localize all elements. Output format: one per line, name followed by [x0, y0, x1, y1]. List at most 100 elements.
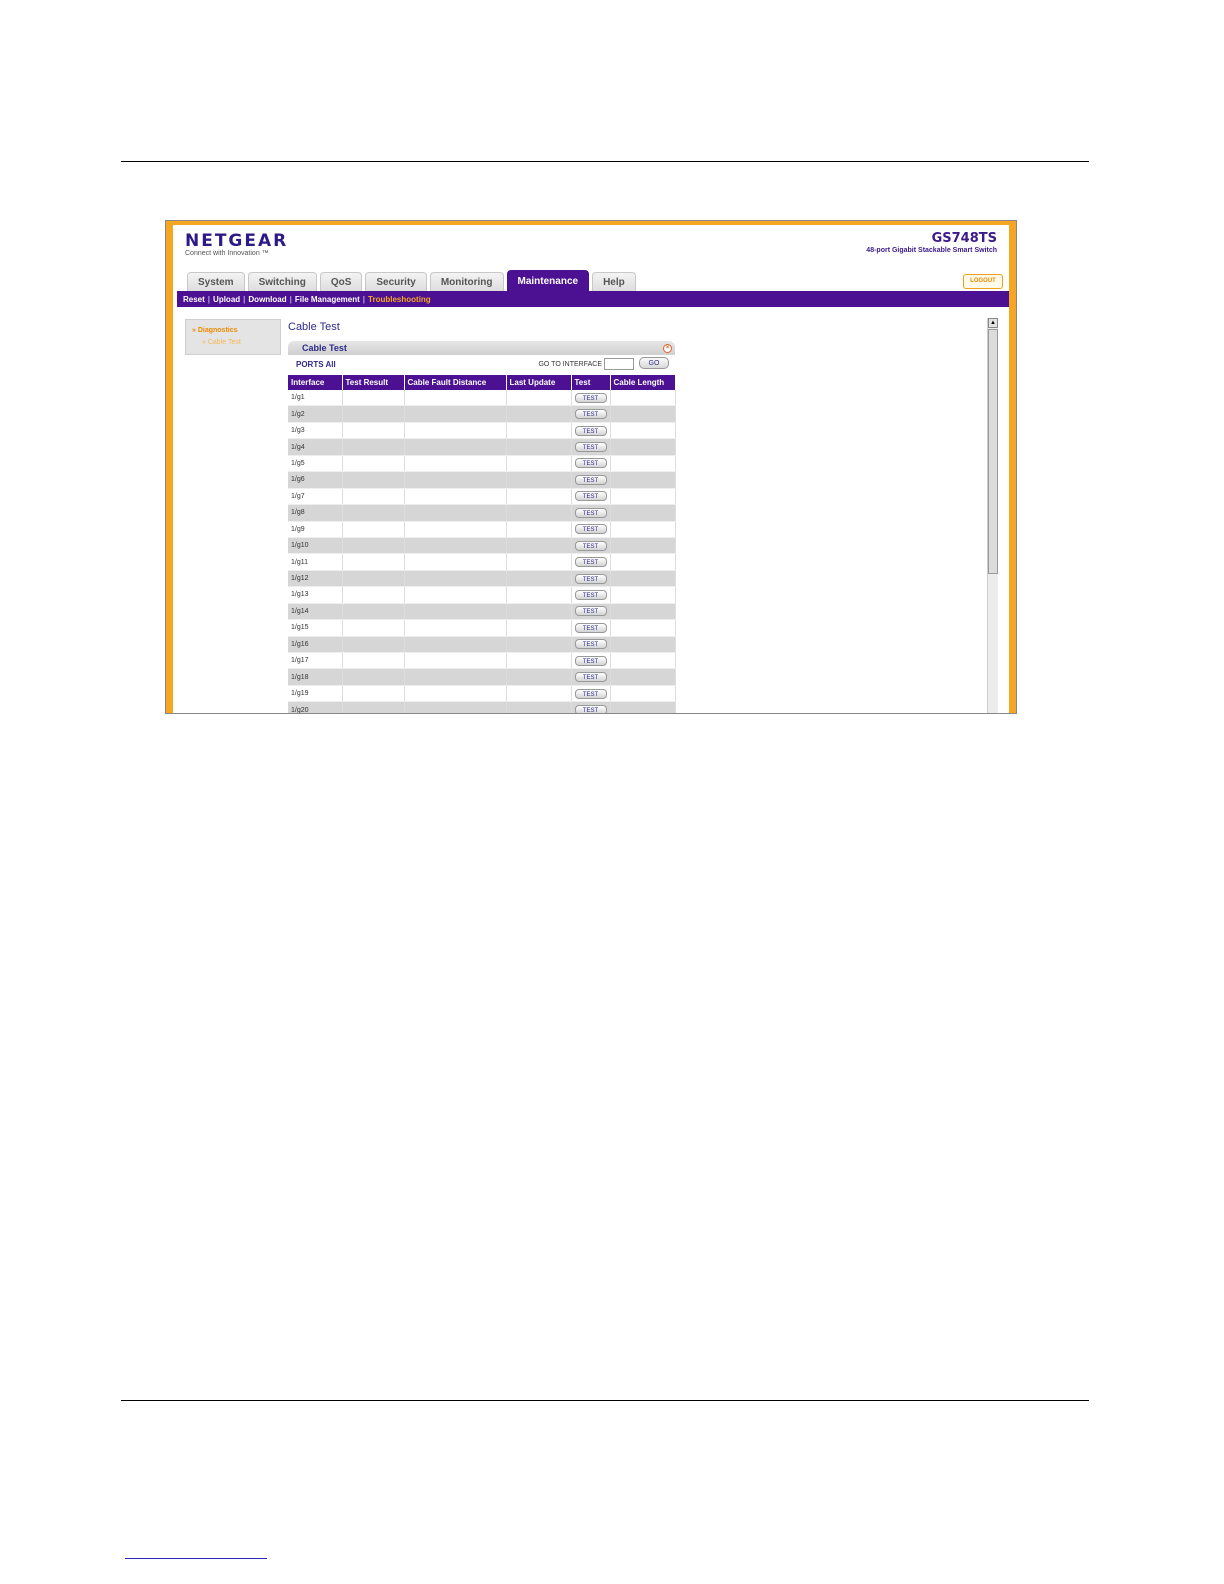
- column-header-last-update[interactable]: Last Update: [506, 375, 572, 390]
- test-button[interactable]: TEST: [574, 458, 607, 469]
- interface-cell: 1/g20: [288, 701, 343, 713]
- tab-system[interactable]: System: [187, 272, 245, 292]
- test-button[interactable]: TEST: [574, 589, 607, 600]
- subnav-file-management[interactable]: File Management: [295, 295, 360, 304]
- test-button[interactable]: TEST: [574, 540, 607, 551]
- test-button[interactable]: TEST: [574, 622, 607, 633]
- cable-test-table: Interface Test Result Cable Fault Distance…: [288, 375, 676, 713]
- interface-cell: 1/g5: [288, 455, 343, 473]
- page-title: Cable Test: [288, 321, 340, 333]
- empty-cell: [404, 504, 507, 522]
- empty-cell: [404, 652, 507, 670]
- subnav-separator: |: [207, 294, 211, 304]
- test-button[interactable]: TEST: [574, 639, 607, 650]
- goto-interface-input[interactable]: [604, 358, 634, 370]
- vertical-scrollbar[interactable]: ▲: [987, 318, 998, 713]
- tab-maintenance[interactable]: Maintenance: [506, 270, 590, 292]
- test-button[interactable]: TEST: [574, 557, 607, 568]
- scroll-up-arrow-icon[interactable]: ▲: [988, 318, 998, 328]
- logo-tagline: Connect with Innovation ™: [185, 250, 269, 257]
- empty-cell: [610, 685, 676, 703]
- close-icon[interactable]: ×: [663, 344, 672, 353]
- table-row: 1/g16 TEST: [288, 636, 676, 654]
- tab-help[interactable]: Help: [592, 272, 636, 292]
- test-button[interactable]: TEST: [574, 672, 607, 683]
- column-header-cable-fault-distance[interactable]: Cable Fault Distance: [404, 375, 507, 390]
- table-row: 1/g10 TEST: [288, 537, 676, 555]
- main-tabs: System Switching QoS Security Monitoring Main…: [187, 270, 636, 292]
- empty-cell: [342, 422, 405, 440]
- sidebar-item-cable-test[interactable]: » Cable Test: [202, 339, 280, 346]
- table-row: 1/g5 TEST: [288, 455, 676, 473]
- empty-cell: [610, 701, 676, 713]
- empty-cell: [342, 636, 405, 654]
- empty-cell: [342, 488, 405, 506]
- empty-cell: [404, 422, 507, 440]
- sidebar-item-diagnostics[interactable]: » Diagnostics: [192, 327, 280, 334]
- test-button[interactable]: TEST: [574, 655, 607, 666]
- table-row: 1/g4 TEST: [288, 438, 676, 456]
- interface-cell: 1/g11: [288, 553, 343, 571]
- interface-cell: 1/g15: [288, 619, 343, 637]
- test-button[interactable]: TEST: [574, 491, 607, 502]
- tab-security[interactable]: Security: [365, 272, 427, 292]
- device-description: 48-port Gigabit Stackable Smart Switch: [866, 247, 997, 254]
- test-button[interactable]: TEST: [574, 425, 607, 436]
- empty-cell: [404, 701, 507, 713]
- empty-cell: [342, 619, 405, 637]
- empty-cell: [610, 405, 676, 423]
- test-cell: TEST: [571, 471, 611, 489]
- page-header-rule: [121, 161, 1089, 162]
- test-button[interactable]: TEST: [574, 392, 607, 403]
- empty-cell: [404, 537, 507, 555]
- device-info: GS748TS 48-port Gigabit Stackable Smart …: [866, 231, 997, 254]
- test-button[interactable]: TEST: [574, 507, 607, 518]
- table-row: 1/g7 TEST: [288, 488, 676, 506]
- test-cell: TEST: [571, 586, 611, 604]
- test-button[interactable]: TEST: [574, 524, 607, 535]
- test-cell: TEST: [571, 636, 611, 654]
- table-row: 1/g17 TEST: [288, 652, 676, 670]
- empty-cell: [506, 471, 572, 489]
- column-header-cable-length[interactable]: Cable Length: [610, 375, 676, 390]
- sub-navigation: Reset | Upload | Download | File Management | Tr…: [177, 291, 1009, 307]
- scroll-thumb[interactable]: [988, 329, 998, 574]
- ports-filter[interactable]: PORTS All: [296, 360, 336, 369]
- test-button[interactable]: TEST: [574, 705, 607, 713]
- empty-cell: [342, 390, 405, 407]
- go-button[interactable]: GO: [639, 357, 669, 369]
- test-button[interactable]: TEST: [574, 573, 607, 584]
- panel-header: Cable Test ×: [288, 341, 675, 355]
- empty-cell: [610, 422, 676, 440]
- column-header-interface[interactable]: Interface: [288, 375, 343, 390]
- logout-button[interactable]: LOGOUT: [963, 274, 1003, 289]
- empty-cell: [404, 438, 507, 456]
- tab-switching[interactable]: Switching: [247, 272, 317, 292]
- test-button[interactable]: TEST: [574, 474, 607, 485]
- subnav-download[interactable]: Download: [248, 295, 286, 304]
- empty-cell: [610, 390, 676, 407]
- empty-cell: [506, 455, 572, 473]
- tab-qos[interactable]: QoS: [319, 272, 363, 292]
- column-header-test-result[interactable]: Test Result: [342, 375, 405, 390]
- subnav-upload[interactable]: Upload: [213, 295, 240, 304]
- cable-test-panel: Cable Test × PORTS All GO TO INTERFACE G…: [288, 341, 676, 713]
- test-button[interactable]: TEST: [574, 442, 607, 453]
- empty-cell: [610, 668, 676, 686]
- tab-monitoring[interactable]: Monitoring: [429, 272, 504, 292]
- test-cell: TEST: [571, 537, 611, 555]
- interface-cell: 1/g8: [288, 504, 343, 522]
- interface-cell: 1/g4: [288, 438, 343, 456]
- panel-toolbar: PORTS All GO TO INTERFACE GO: [288, 355, 675, 375]
- test-button[interactable]: TEST: [574, 409, 607, 420]
- empty-cell: [506, 668, 572, 686]
- interface-cell: 1/g14: [288, 603, 343, 621]
- column-header-test[interactable]: Test: [571, 375, 611, 390]
- test-button[interactable]: TEST: [574, 688, 607, 699]
- empty-cell: [506, 488, 572, 506]
- test-button[interactable]: TEST: [574, 606, 607, 617]
- subnav-troubleshooting[interactable]: Troubleshooting: [368, 295, 431, 304]
- empty-cell: [404, 390, 507, 407]
- empty-cell: [506, 586, 572, 604]
- subnav-reset[interactable]: Reset: [183, 295, 205, 304]
